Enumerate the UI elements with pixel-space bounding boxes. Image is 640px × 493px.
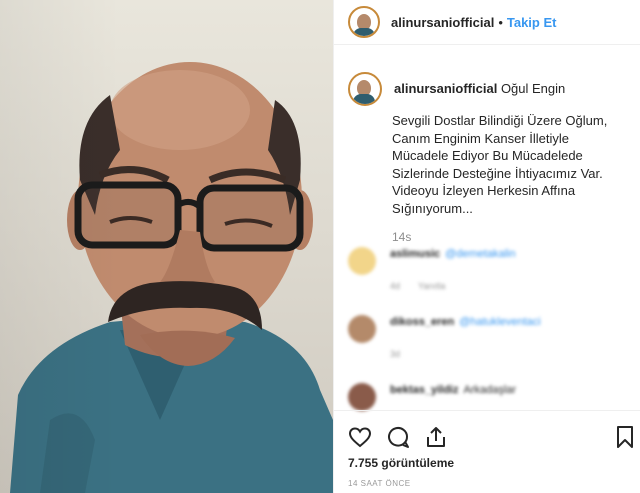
comment-mention[interactable]: @demetakalin — [445, 248, 515, 260]
comment-mention[interactable]: @hatukleventaci — [459, 316, 541, 328]
share-icon[interactable] — [424, 425, 448, 449]
separator-dot: • — [498, 14, 503, 30]
caption-time: 14s — [392, 229, 412, 244]
actions-bar — [334, 410, 640, 461]
comment-age: 4d — [390, 281, 401, 291]
comment-icon[interactable] — [386, 425, 410, 449]
caption-header: alinursaniofficial Oğul Engin — [394, 81, 632, 96]
comment-avatar[interactable] — [348, 315, 376, 343]
comment-avatar[interactable] — [348, 383, 376, 411]
caption-avatar[interactable] — [348, 72, 382, 106]
wall-shadow — [0, 0, 120, 493]
bookmark-icon[interactable] — [613, 425, 637, 449]
follow-button[interactable]: Takip Et — [507, 15, 557, 30]
caption-text: Sevgili Dostlar Bilindiği Üzere Oğlum, C… — [392, 113, 608, 216]
avatar[interactable] — [348, 6, 380, 38]
caption-username[interactable]: alinursaniofficial — [394, 81, 497, 96]
comment-avatar[interactable] — [348, 247, 376, 275]
comment: dikoss_eren @hatukleventaci 3d — [348, 315, 628, 383]
comment-username[interactable]: dikoss_eren — [390, 316, 454, 328]
post-time: 14 SAAT ÖNCE — [348, 479, 411, 488]
heart-icon[interactable] — [348, 425, 372, 449]
caption: alinursaniofficial Oğul Engin Sevgili Do… — [348, 72, 628, 244]
comment-username[interactable]: aslimusic — [390, 248, 440, 260]
comment: aslimusic @demetakalin 4d Yanıtla — [348, 247, 628, 315]
header-username[interactable]: alinursaniofficial — [391, 15, 494, 30]
video-frame[interactable] — [0, 0, 333, 493]
comment-username[interactable]: bektas_yildiz — [390, 384, 458, 396]
post-panel: alinursaniofficial • Takip Et alinursani… — [333, 0, 640, 493]
post-header: alinursaniofficial • Takip Et — [334, 0, 640, 45]
caption-title: Oğul Engin — [500, 81, 566, 96]
comment-text: Arkadaşlar — [463, 384, 517, 396]
reply-link[interactable]: Yanıtla — [418, 281, 445, 291]
views-count[interactable]: 7.755 görüntüleme — [348, 456, 454, 470]
comment-age: 3d — [390, 349, 401, 359]
